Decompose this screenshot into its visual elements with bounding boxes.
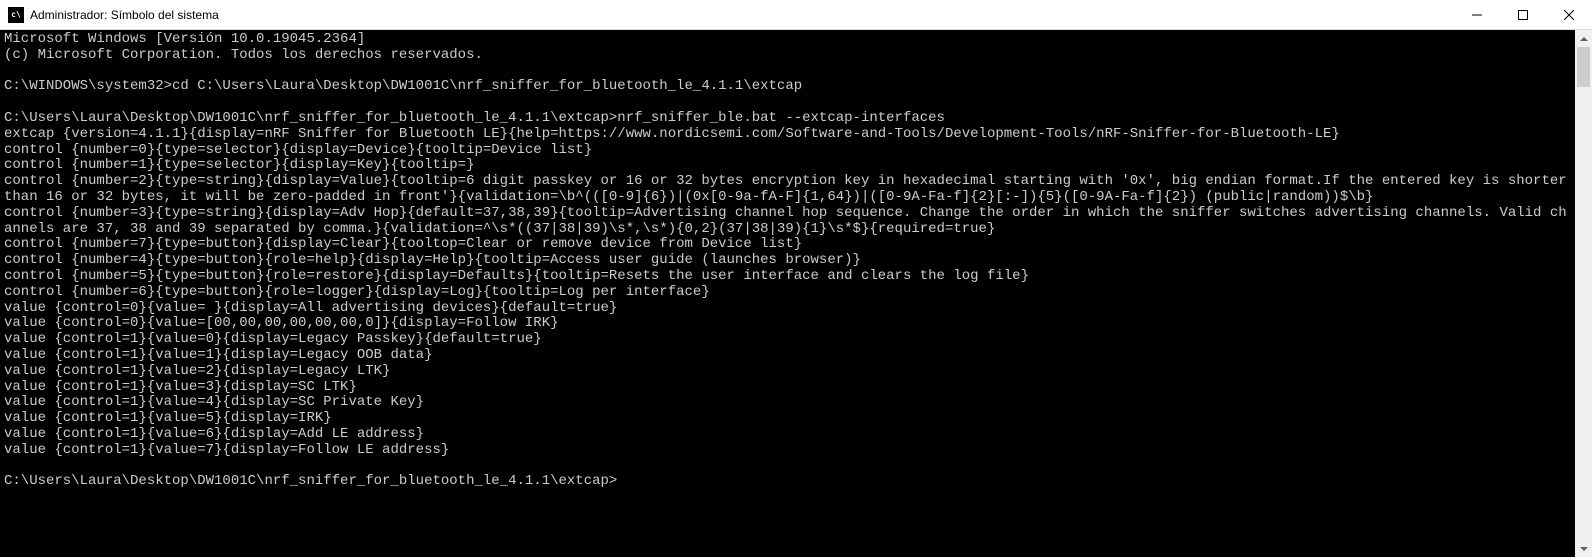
scrollbar-thumb[interactable]	[1577, 47, 1590, 87]
terminal-line: extcap {version=4.1.1}{display=nRF Sniff…	[4, 127, 1571, 143]
maximize-icon	[1518, 10, 1528, 20]
terminal-line: value {control=1}{value=2}{display=Legac…	[4, 364, 1571, 380]
terminal-line: C:\WINDOWS\system32>cd C:\Users\Laura\De…	[4, 79, 1571, 95]
terminal-line: value {control=1}{value=5}{display=IRK}	[4, 411, 1571, 427]
terminal-line: (c) Microsoft Corporation. Todos los der…	[4, 48, 1571, 64]
terminal-line: Microsoft Windows [Versión 10.0.19045.23…	[4, 32, 1571, 48]
terminal-line: control {number=2}{type=string}{display=…	[4, 174, 1571, 206]
terminal-line: control {number=5}{type=button}{role=res…	[4, 269, 1571, 285]
cmd-icon: c\	[8, 7, 24, 23]
terminal-line: control {number=3}{type=string}{display=…	[4, 206, 1571, 238]
window-controls	[1454, 0, 1592, 29]
terminal-line: control {number=6}{type=button}{role=log…	[4, 285, 1571, 301]
scrollbar-down-button[interactable]	[1575, 540, 1592, 557]
terminal-line: control {number=7}{type=button}{display=…	[4, 237, 1571, 253]
terminal-line: value {control=1}{value=4}{display=SC Pr…	[4, 395, 1571, 411]
window-titlebar[interactable]: c\ Administrador: Símbolo del sistema	[0, 0, 1592, 30]
terminal-line: value {control=0}{value= }{display=All a…	[4, 301, 1571, 317]
terminal-line	[4, 64, 1571, 80]
maximize-button[interactable]	[1500, 0, 1546, 29]
close-icon	[1564, 10, 1574, 20]
terminal-line: C:\Users\Laura\Desktop\DW1001C\nrf_sniff…	[4, 474, 1571, 490]
terminal-line	[4, 459, 1571, 475]
scrollbar-vertical[interactable]	[1575, 30, 1592, 557]
chevron-down-icon	[1580, 547, 1588, 551]
terminal-line: C:\Users\Laura\Desktop\DW1001C\nrf_sniff…	[4, 111, 1571, 127]
terminal-output[interactable]: Microsoft Windows [Versión 10.0.19045.23…	[0, 30, 1575, 557]
scrollbar-up-button[interactable]	[1575, 30, 1592, 47]
minimize-button[interactable]	[1454, 0, 1500, 29]
terminal-line: value {control=1}{value=6}{display=Add L…	[4, 427, 1571, 443]
terminal-line: value {control=1}{value=1}{display=Legac…	[4, 348, 1571, 364]
terminal-line: control {number=1}{type=selector}{displa…	[4, 158, 1571, 174]
window-title: Administrador: Símbolo del sistema	[30, 8, 1454, 22]
scrollbar-track-area[interactable]	[1575, 47, 1592, 540]
terminal-line: value {control=0}{value=[00,00,00,00,00,…	[4, 316, 1571, 332]
chevron-up-icon	[1580, 37, 1588, 41]
terminal-line: control {number=4}{type=button}{role=hel…	[4, 253, 1571, 269]
terminal-line: control {number=0}{type=selector}{displa…	[4, 143, 1571, 159]
close-button[interactable]	[1546, 0, 1592, 29]
minimize-icon	[1472, 10, 1482, 20]
terminal-line: value {control=1}{value=7}{display=Follo…	[4, 443, 1571, 459]
terminal-container: Microsoft Windows [Versión 10.0.19045.23…	[0, 30, 1592, 557]
terminal-line	[4, 95, 1571, 111]
terminal-line: value {control=1}{value=0}{display=Legac…	[4, 332, 1571, 348]
terminal-line: value {control=1}{value=3}{display=SC LT…	[4, 380, 1571, 396]
